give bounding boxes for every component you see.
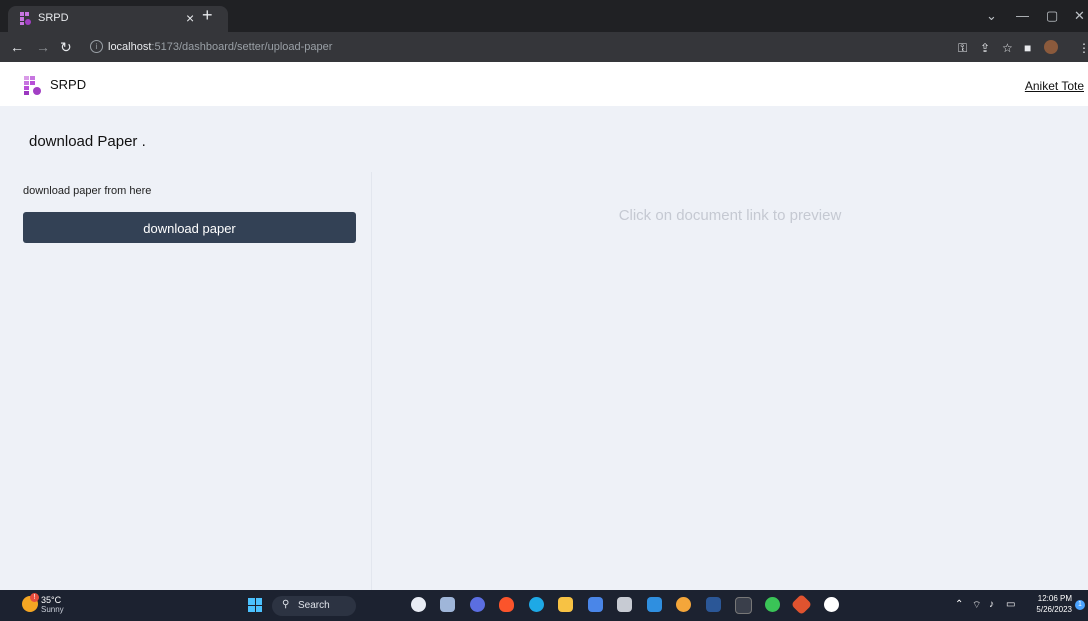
bookmark-star-icon[interactable]: ☆ (1002, 41, 1013, 55)
user-profile-link[interactable]: Aniket Tote (1025, 79, 1084, 93)
reload-icon[interactable]: ↻ (60, 39, 72, 56)
edge-browser-icon[interactable] (529, 597, 544, 612)
volume-icon[interactable]: ♪ (989, 599, 994, 610)
windows-taskbar: ! 35°C Sunny ⚲ Search ⌃ ⌔ ♪ ▭ 12:06 PM 5… (0, 590, 1088, 621)
chrome-icon[interactable] (676, 597, 691, 612)
browser-tab-strip: SRPD × + ⌄ — ▢ ✕ (0, 0, 1088, 32)
srpd-logo-icon (24, 76, 41, 95)
url-path: :5173/dashboard/setter/upload-paper (151, 41, 333, 53)
tray-overflow-icon[interactable]: ⌃ (955, 599, 963, 610)
file-explorer-icon[interactable] (558, 597, 573, 612)
minimize-icon[interactable]: — (1016, 8, 1029, 23)
brand-name: SRPD (50, 77, 87, 92)
system-clock[interactable]: 12:06 PM 5/26/2023 (1030, 593, 1072, 615)
brave-browser-icon[interactable] (499, 597, 514, 612)
clock-date: 5/26/2023 (1036, 605, 1072, 614)
app-favicon-icon (20, 12, 31, 25)
restore-icon[interactable]: ▢ (1046, 8, 1058, 24)
search-icon: ⚲ (282, 599, 290, 610)
clock-time: 12:06 PM (1037, 594, 1072, 603)
close-window-icon[interactable]: ✕ (1074, 8, 1085, 24)
task-view-icon[interactable] (440, 597, 455, 612)
tab-close-icon[interactable]: × (186, 10, 194, 26)
wifi-icon[interactable]: ⌔ (972, 599, 981, 612)
address-bar[interactable]: i localhost:5173/dashboard/setter/upload… (84, 36, 884, 58)
notification-badge[interactable]: 1 (1075, 600, 1085, 610)
git-icon[interactable] (790, 593, 813, 616)
new-tab-icon[interactable]: + (202, 6, 213, 24)
vscode-icon[interactable] (647, 597, 662, 612)
search-label: Search (298, 600, 330, 611)
app-header: SRPD Aniket Tote (0, 62, 1088, 106)
back-icon[interactable]: ← (10, 39, 24, 55)
weather-temperature: 35°C (41, 595, 62, 605)
download-paper-button[interactable]: download paper (23, 212, 356, 243)
forward-icon[interactable]: → (36, 39, 50, 55)
page-title: download Paper . (29, 133, 146, 150)
preview-placeholder: Click on document link to preview (618, 207, 842, 224)
download-subtitle: download paper from here (23, 185, 152, 197)
side-panel-icon[interactable]: ■ (1024, 41, 1031, 55)
tab-search-icon[interactable]: ⌄ (986, 8, 997, 24)
browser-tab[interactable]: SRPD × (8, 6, 228, 32)
windows-start-icon[interactable] (248, 598, 262, 612)
notepad-icon[interactable] (588, 597, 603, 612)
weather-condition: Sunny (41, 605, 64, 614)
key-icon[interactable]: ⚿ (958, 41, 967, 56)
url-host: localhost (108, 41, 152, 53)
battery-icon[interactable]: ▭ (1006, 599, 1015, 610)
menu-dots-icon[interactable]: ⋮ (1078, 41, 1088, 55)
panel-divider (371, 172, 372, 590)
browser-toolbar: ← → ↻ i localhost:5173/dashboard/setter/… (0, 32, 1088, 62)
profile-avatar-icon[interactable] (1044, 40, 1058, 54)
notion-icon[interactable] (735, 597, 752, 614)
word-icon[interactable] (706, 597, 721, 612)
weather-alert-badge: ! (30, 593, 39, 602)
whatsapp-icon[interactable] (765, 597, 780, 612)
tab-title: SRPD (38, 12, 69, 24)
bing-icon[interactable] (411, 597, 426, 612)
teams-chat-icon[interactable] (470, 597, 485, 612)
calculator-icon[interactable] (617, 597, 632, 612)
url-text: localhost:5173/dashboard/setter/upload-p… (108, 41, 332, 53)
app-circle-icon[interactable] (824, 597, 839, 612)
taskbar-search[interactable]: ⚲ Search (272, 596, 356, 616)
site-info-icon[interactable]: i (90, 40, 103, 53)
share-icon[interactable]: ⇪ (980, 41, 990, 55)
